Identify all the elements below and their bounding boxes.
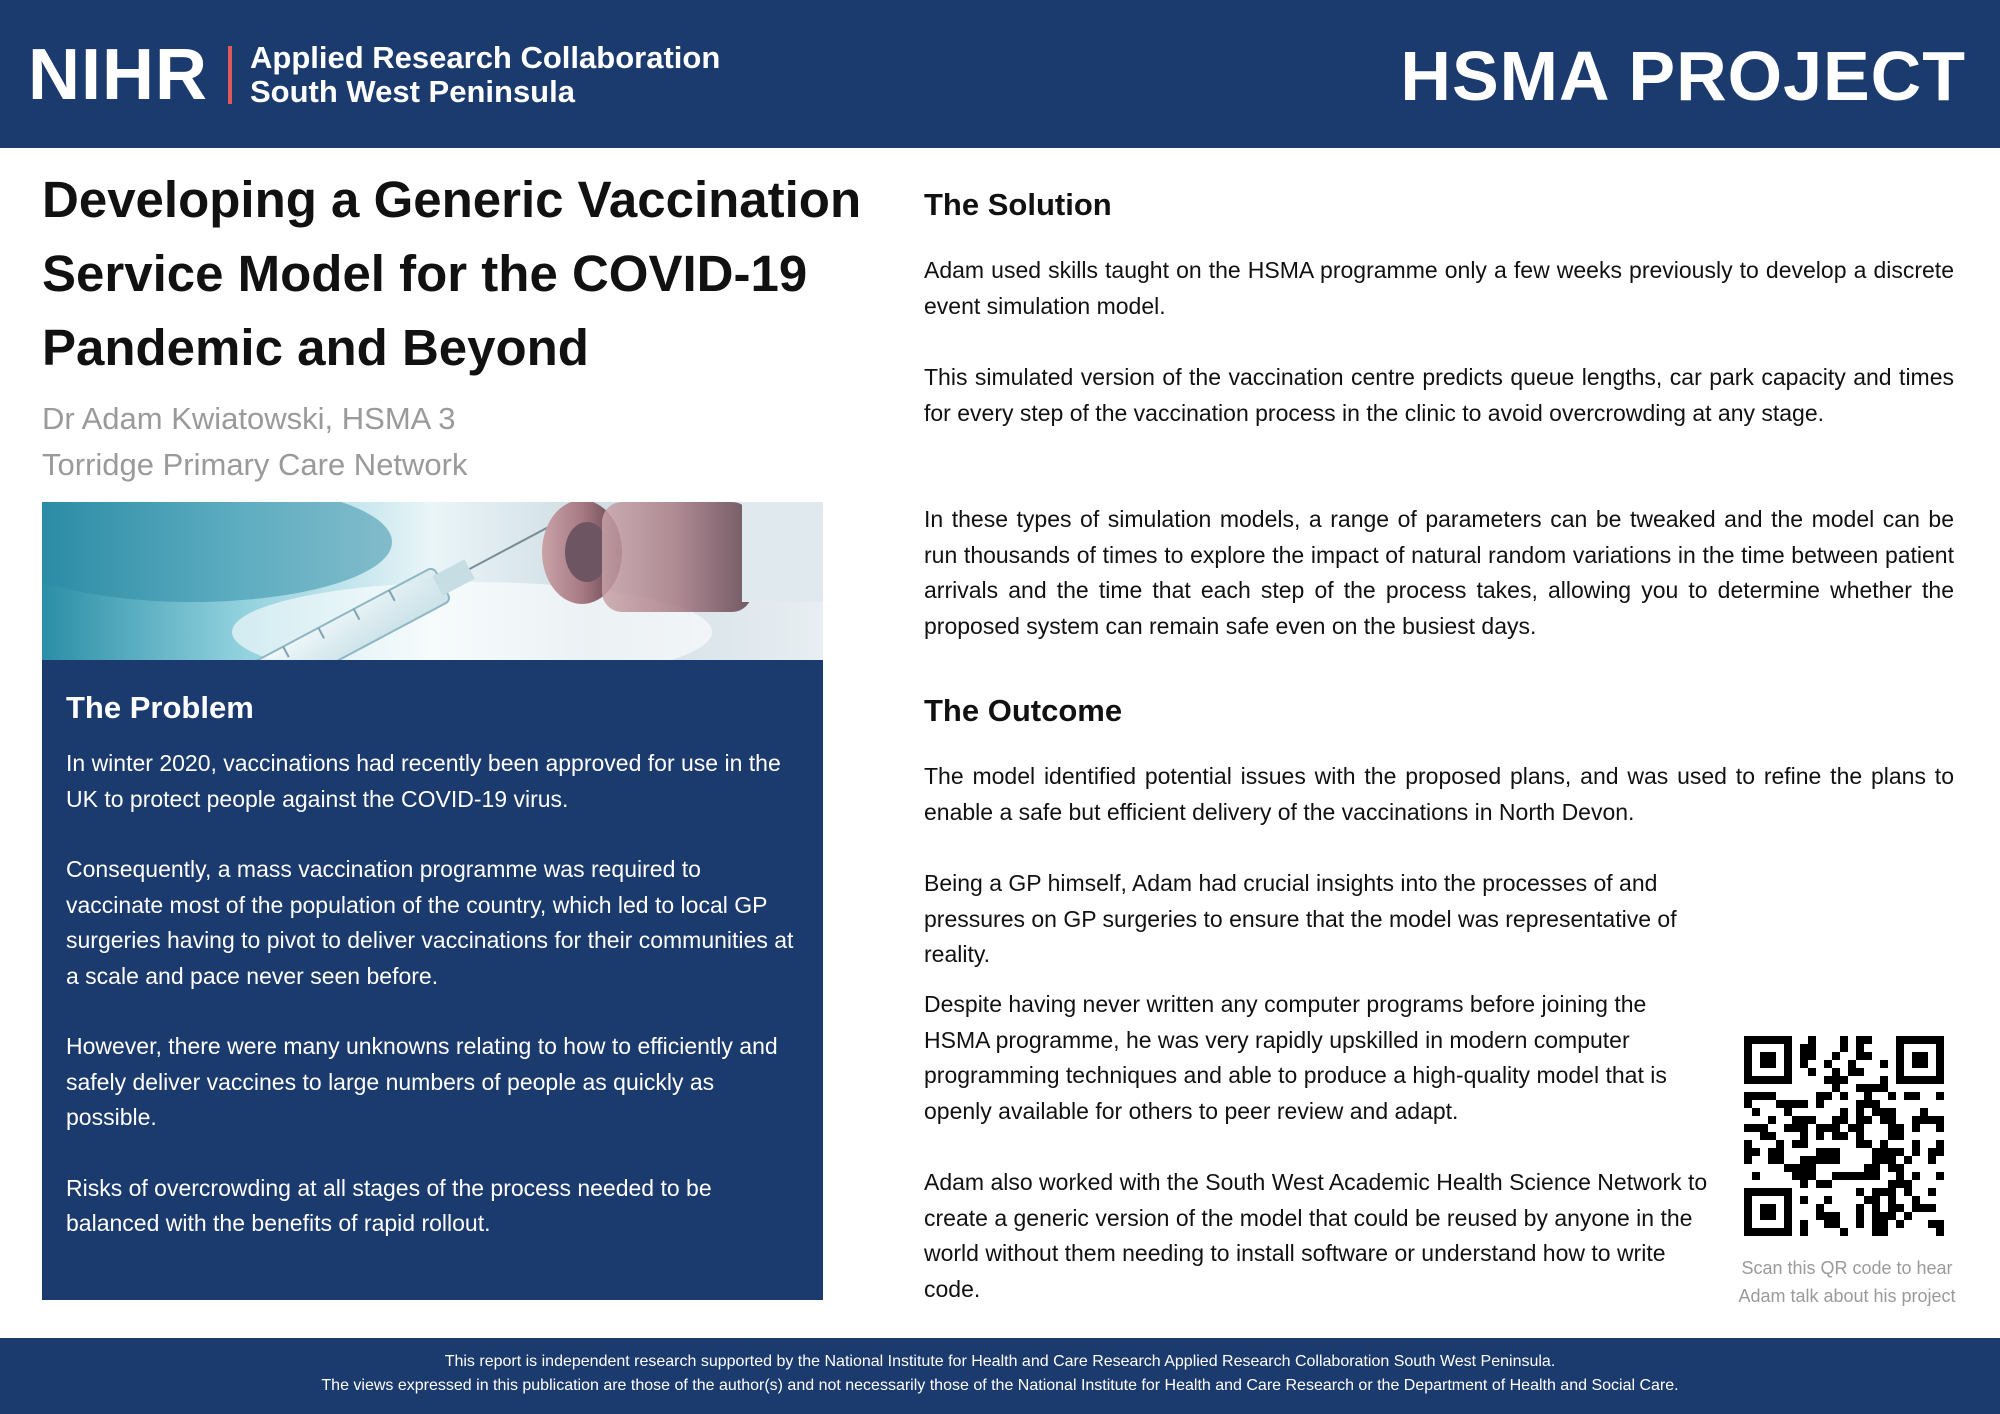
title-line-1: Developing a Generic Vaccination <box>42 171 862 228</box>
outcome-heading: The Outcome <box>924 693 1123 728</box>
vaccine-photo <box>42 502 823 660</box>
logo-line-1: Applied Research Collaboration <box>250 40 721 75</box>
nihr-logo[interactable]: NIHR Applied Research Collaboration Sout… <box>28 38 720 112</box>
syringe-vial-image <box>42 502 823 660</box>
problem-paragraph: In winter 2020, vaccinations had recentl… <box>66 750 781 812</box>
logo-mark: NIHR <box>28 35 208 115</box>
solution-paragraph: Adam used skills taught on the HSMA prog… <box>924 257 1954 319</box>
logo-divider <box>228 46 232 104</box>
solution-heading: The Solution <box>924 187 1112 222</box>
outcome-paragraph: Being a GP himself, Adam had crucial ins… <box>924 870 1677 967</box>
page-title: Developing a Generic Vaccination Service… <box>42 163 872 385</box>
header-bar: NIHR Applied Research Collaboration Sout… <box>0 0 2000 148</box>
qr-caption-line-2: Adam talk about his project <box>1738 1286 1956 1306</box>
footer-line-1: This report is independent research supp… <box>444 1353 1556 1370</box>
title-line-2: Service Model for the COVID-19 <box>42 245 808 302</box>
author-organisation: Torridge Primary Care Network <box>42 447 468 482</box>
solution-paragraph: This simulated version of the vaccinatio… <box>924 364 1954 426</box>
outcome-paragraph: The model identified potential issues wi… <box>924 763 1954 825</box>
problem-paragraph: However, there were many unknowns relati… <box>66 1033 778 1130</box>
problem-panel: The Problem In winter 2020, vaccinations… <box>42 660 823 1300</box>
project-label: HSMA PROJECT <box>1400 37 1966 115</box>
outcome-paragraph: Adam also worked with the South West Aca… <box>924 1169 1708 1302</box>
title-line-3: Pandemic and Beyond <box>42 319 589 376</box>
qr-caption: Scan this QR code to hear Adam talk abou… <box>1712 1254 1982 1310</box>
logo-line-2: South West Peninsula <box>250 74 575 109</box>
author-name: Dr Adam Kwiatowski, HSMA 3 <box>42 401 456 436</box>
problem-paragraph: Consequently, a mass vaccination program… <box>66 856 794 989</box>
problem-heading: The Problem <box>66 690 254 725</box>
qr-code-icon <box>1744 1036 1944 1236</box>
outcome-paragraph: Despite having never written any compute… <box>924 991 1667 1124</box>
footer-line-2: The views expressed in this publication … <box>321 1377 1679 1394</box>
footer-bar: This report is independent research supp… <box>0 1338 2000 1414</box>
solution-section: The Solution <box>924 183 1954 227</box>
logo-text: Applied Research Collaboration South Wes… <box>250 41 720 109</box>
solution-paragraph: In these types of simulation models, a r… <box>924 506 1954 639</box>
author-block: Dr Adam Kwiatowski, HSMA 3 Torridge Prim… <box>42 396 468 488</box>
qr-caption-line-1: Scan this QR code to hear <box>1741 1258 1953 1278</box>
problem-paragraph: Risks of overcrowding at all stages of t… <box>66 1174 712 1237</box>
qr-code[interactable] <box>1744 1036 1944 1236</box>
